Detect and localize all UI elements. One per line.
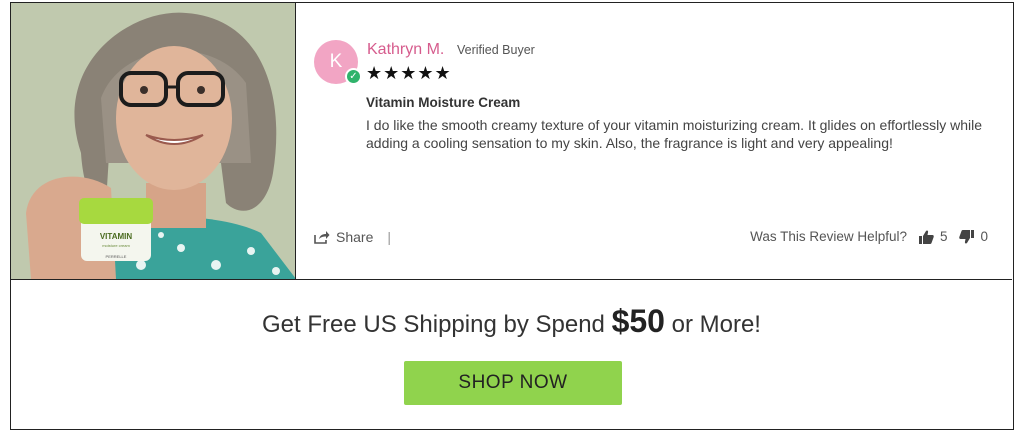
upvote-count: 5 (939, 229, 948, 244)
rating-stars: ★★★★★ (366, 63, 452, 83)
share-label: Share (336, 229, 374, 245)
free-shipping-promo: Get Free US Shipping by Spend $50 or Mor… (11, 303, 1012, 340)
share-separator: | (387, 229, 391, 245)
jar-label: VITAMIN (100, 232, 133, 241)
share-button[interactable]: Share | (314, 229, 391, 245)
thumbs-down-icon (959, 229, 975, 243)
reviewer-name: Kathryn M. (367, 41, 445, 58)
review-title: Vitamin Moisture Cream (366, 95, 521, 110)
jar-sublabel: moisture cream (102, 243, 130, 248)
verified-buyer-label: Verified Buyer (457, 43, 535, 57)
share-icon (314, 231, 330, 244)
review-body: I do like the smooth creamy texture of y… (366, 117, 982, 151)
helpful-label: Was This Review Helpful? (750, 229, 907, 244)
promo-text-before: Get Free US Shipping by Spend (262, 311, 612, 338)
jar-brand: PERRELLE (106, 254, 127, 259)
helpful-votes: Was This Review Helpful? 5 0 (750, 229, 988, 244)
review-card: VITAMIN moisture cream PERRELLE K ✓ Kath… (11, 3, 1012, 280)
thumbs-up-icon (918, 230, 934, 244)
upvote-button[interactable]: 5 (918, 229, 948, 244)
downvote-button[interactable]: 0 (959, 229, 988, 244)
shop-now-button[interactable]: SHOP NOW (404, 361, 622, 405)
promo-text-after: or More! (664, 311, 761, 338)
verified-check-icon: ✓ (345, 68, 362, 85)
customer-photo: VITAMIN moisture cream PERRELLE (11, 3, 296, 279)
downvote-count: 0 (980, 229, 988, 244)
review-banner: VITAMIN moisture cream PERRELLE K ✓ Kath… (10, 2, 1014, 430)
promo-amount: $50 (611, 303, 665, 339)
